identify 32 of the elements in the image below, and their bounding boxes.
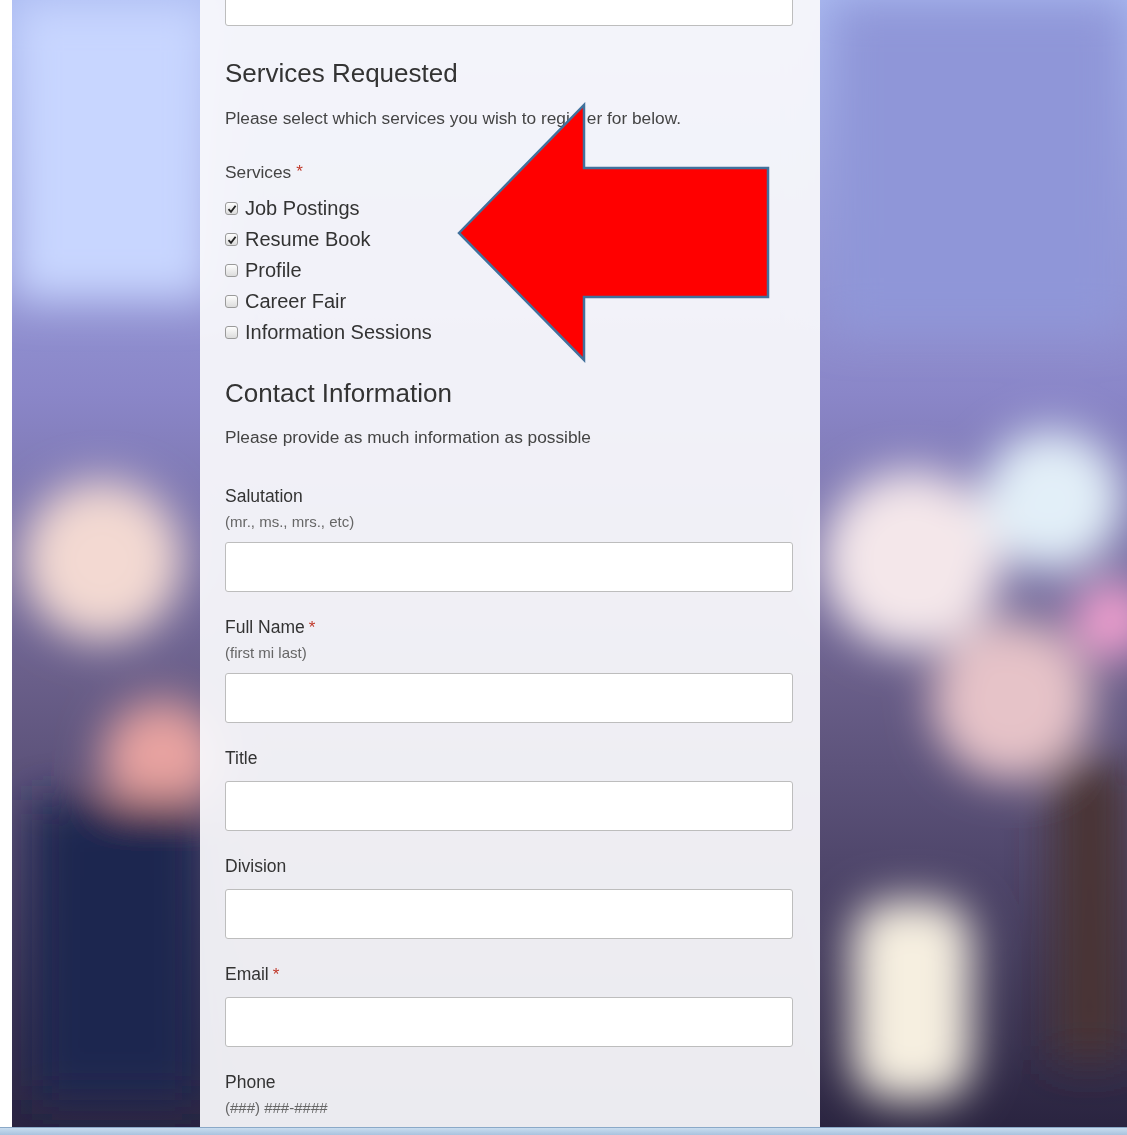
checkbox-label: Career Fair [245,290,347,313]
input-field[interactable] [225,673,793,723]
field-hint: (mr., ms., mrs., etc) [225,513,356,530]
field-label: Salutation [225,486,303,507]
checkbox[interactable] [225,202,238,215]
checkbox[interactable] [225,264,238,277]
field-label: Title [225,748,258,769]
checkbox-label: Resume Book [245,228,371,251]
section-heading: Contact Information [225,378,453,408]
field-label: Services [225,162,292,183]
field-hint: (###) ###-#### [225,1099,329,1116]
field-label: Division [225,856,287,877]
checkbox[interactable] [225,295,238,308]
checkbox[interactable] [225,326,238,339]
field-label: Full Name [225,617,305,638]
required-mark: * [272,965,280,985]
required-mark: * [296,162,303,183]
field-label: Email [225,964,269,985]
checkbox-label: Profile [245,259,302,282]
section-description: er for below. [586,108,681,129]
checkbox-label: Job Postings [245,197,360,220]
field-label: Phone [225,1072,276,1093]
field-hint: (first mi last) [225,644,308,661]
section-heading: Services Requested [225,58,459,88]
section-description: Please provide as much information as possible [225,427,592,448]
checkbox-label: Information Sessions [245,321,432,344]
input-field[interactable] [225,542,793,592]
input-field[interactable] [225,889,793,939]
required-mark: * [308,618,316,638]
input-field[interactable] [225,781,793,831]
input-field[interactable] [225,997,793,1047]
checkbox[interactable] [225,233,238,246]
